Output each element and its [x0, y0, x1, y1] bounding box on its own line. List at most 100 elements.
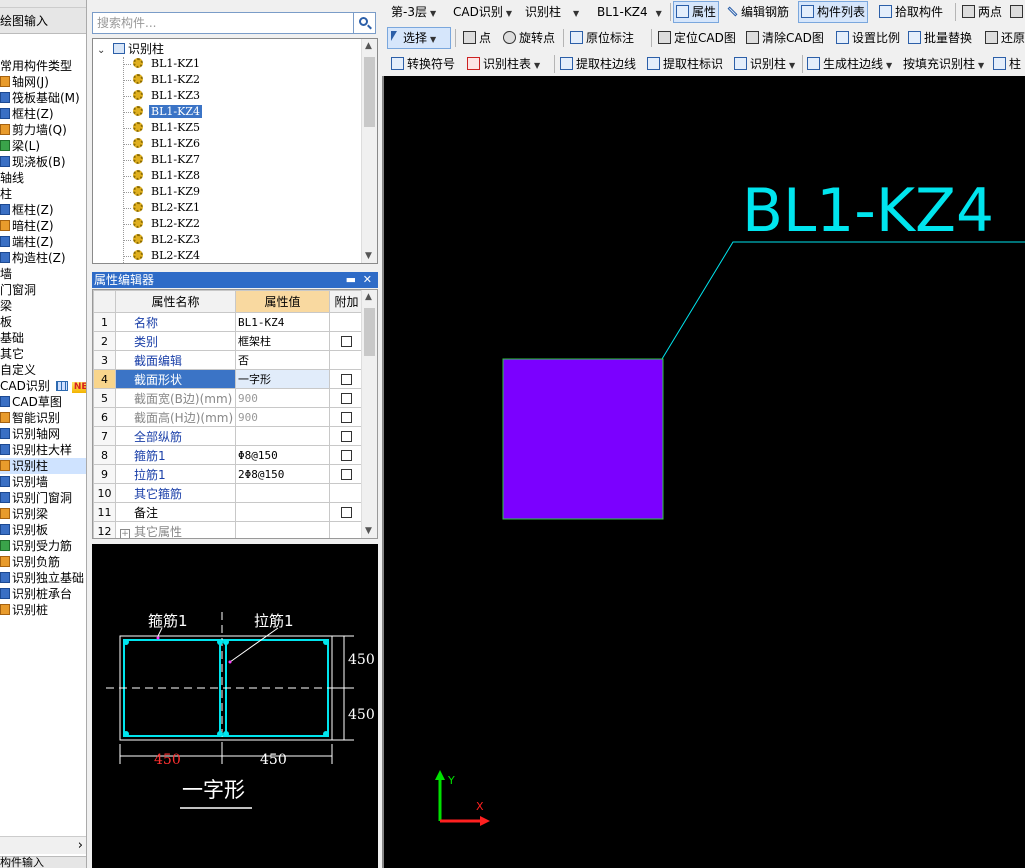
nav-item[interactable]: 门窗洞	[0, 282, 86, 298]
scroll-up-icon[interactable]: ▲	[365, 41, 372, 51]
property-checkbox[interactable]	[341, 469, 352, 480]
tree-item[interactable]: BL1-KZ1	[123, 56, 202, 72]
pin-icon[interactable]: ▬	[346, 272, 356, 288]
property-value[interactable]: 2Φ8@150	[235, 464, 330, 484]
nav-item[interactable]: 剪力墙(Q)	[0, 122, 86, 138]
set-scale-button[interactable]: 设置比例	[834, 27, 902, 49]
property-value[interactable]: 900	[235, 407, 330, 427]
tree-item[interactable]: BL2-KZ2	[123, 216, 202, 232]
property-value[interactable]: BL1-KZ4	[235, 312, 330, 332]
clear-cad-button[interactable]: 清除CAD图	[744, 27, 826, 49]
nav-item[interactable]: 柱	[0, 186, 86, 202]
nav-item[interactable]: CAD识别 NEW	[0, 378, 86, 394]
property-row[interactable]: 6 截面高(H边)(mm) 900	[93, 407, 364, 427]
component-type-select[interactable]: 识别柱 ▼	[523, 1, 591, 23]
nav-item[interactable]: 其它	[0, 346, 86, 362]
restore-button[interactable]: 还原	[983, 27, 1025, 49]
extract-column-label-button[interactable]: 提取柱标识	[645, 53, 725, 75]
property-checkbox[interactable]	[341, 336, 352, 347]
tree-scroll-thumb[interactable]	[364, 57, 375, 127]
component-list-button[interactable]: 构件列表	[798, 1, 869, 23]
left-nav-horizontal-scrollbar[interactable]: ›	[0, 836, 86, 854]
tree-item[interactable]: BL1-KZ7	[123, 152, 202, 168]
property-checkbox[interactable]	[341, 393, 352, 404]
property-row[interactable]: 5 截面宽(B边)(mm) 900	[93, 388, 364, 408]
property-value[interactable]	[235, 521, 330, 538]
nav-item[interactable]: 梁(L)	[0, 138, 86, 154]
in-place-annotation-button[interactable]: 原位标注	[568, 27, 636, 49]
tree-item[interactable]: BL1-KZ2	[123, 72, 202, 88]
nav-item[interactable]: 板	[0, 314, 86, 330]
tree-item[interactable]: BL2-KZ1	[123, 200, 202, 216]
nav-item[interactable]: 轴线	[0, 170, 86, 186]
generate-column-edge-button[interactable]: 生成柱边线 ▼	[805, 53, 894, 75]
property-checkbox[interactable]	[341, 450, 352, 461]
property-value[interactable]: Φ8@150	[235, 445, 330, 465]
scroll-up-icon[interactable]: ▲	[365, 292, 372, 302]
tree-item[interactable]: BL2-KZ3	[123, 232, 202, 248]
property-vertical-scrollbar[interactable]: ▲ ▼	[361, 290, 377, 538]
nav-item[interactable]: 暗柱(Z)	[0, 218, 86, 234]
select-button[interactable]: 选择 ▼	[387, 27, 451, 49]
tree-vertical-scrollbar[interactable]: ▲ ▼	[361, 39, 377, 263]
nav-item[interactable]: 端柱(Z)	[0, 234, 86, 250]
property-row[interactable]: 7 全部纵筋	[93, 426, 364, 446]
nav-item[interactable]: 识别柱大样	[0, 442, 86, 458]
nav-item[interactable]: 墙	[0, 266, 86, 282]
left-nav-header[interactable]: 绘图输入	[0, 8, 86, 34]
property-value[interactable]: 否	[235, 350, 330, 370]
nav-item[interactable]: 识别负筋	[0, 554, 86, 570]
property-row[interactable]: 8 箍筋1 Φ8@150	[93, 445, 364, 465]
property-checkbox[interactable]	[341, 412, 352, 423]
nav-item[interactable]: 梁	[0, 298, 86, 314]
tree-item[interactable]: BL2-KZ4	[123, 248, 202, 263]
tree-root-node[interactable]: ⌄ 识别柱	[97, 41, 164, 57]
expand-icon[interactable]: +	[120, 528, 130, 538]
batch-replace-button[interactable]: 批量替换	[906, 27, 974, 49]
collapse-icon[interactable]: ⌄	[97, 43, 107, 59]
mode-select[interactable]: CAD识别 ▼	[451, 1, 521, 23]
point-button[interactable]: 点	[461, 27, 493, 49]
scroll-down-icon[interactable]: ▼	[365, 526, 372, 536]
property-value[interactable]	[235, 502, 330, 522]
tree-item[interactable]: BL1-KZ3	[123, 88, 202, 104]
component-search-input[interactable]: 搜索构件...	[92, 12, 354, 34]
nav-item[interactable]: 轴网(J)	[0, 74, 86, 90]
recognize-column-table-button[interactable]: 识别柱表 ▼	[465, 53, 542, 75]
nav-item[interactable]: 常用构件类型	[0, 58, 86, 74]
parallel-button[interactable]: 并	[1008, 1, 1025, 23]
nav-item[interactable]: 识别梁	[0, 506, 86, 522]
nav-item[interactable]: CAD草图	[0, 394, 86, 410]
edit-rebar-button[interactable]: 编辑钢筋	[725, 1, 791, 23]
pick-component-button[interactable]: 拾取构件	[877, 1, 945, 23]
left-nav-bottom-tab[interactable]: 构件输入	[0, 856, 86, 868]
locate-cad-button[interactable]: 定位CAD图	[656, 27, 738, 49]
extract-column-edge-button[interactable]: 提取柱边线	[558, 53, 638, 75]
nav-item[interactable]: 自定义	[0, 362, 86, 378]
property-row[interactable]: 3 截面编辑 否	[93, 350, 364, 370]
nav-item[interactable]: 识别桩	[0, 602, 86, 618]
nav-item[interactable]: 基础	[0, 330, 86, 346]
property-value[interactable]: 一字形	[235, 369, 330, 389]
nav-item[interactable]: 识别板	[0, 522, 86, 538]
column-kz4[interactable]	[502, 358, 664, 520]
property-row[interactable]: 1 名称 BL1-KZ4	[93, 312, 364, 332]
property-checkbox[interactable]	[341, 374, 352, 385]
column-header-value[interactable]: 属性值	[235, 290, 330, 313]
nav-item[interactable]: 构造柱(Z)	[0, 250, 86, 266]
nav-item[interactable]: 识别受力筋	[0, 538, 86, 554]
tree-item[interactable]: BL1-KZ8	[123, 168, 202, 184]
property-checkbox[interactable]	[341, 507, 352, 518]
column-button[interactable]: 柱	[991, 53, 1023, 75]
property-row[interactable]: 12 + 其它属性	[93, 521, 364, 538]
nav-item[interactable]: 框柱(Z)	[0, 106, 86, 122]
scroll-down-icon[interactable]: ▼	[365, 251, 372, 261]
two-points-button[interactable]: 两点	[960, 1, 1004, 23]
nav-item[interactable]: 识别桩承台	[0, 586, 86, 602]
tree-item[interactable]: BL1-KZ6	[123, 136, 202, 152]
close-icon[interactable]: ✕	[363, 272, 372, 288]
tree-item[interactable]: BL1-KZ4	[123, 104, 202, 120]
convert-symbol-button[interactable]: 转换符号	[389, 53, 457, 75]
scroll-right-arrow-icon[interactable]: ›	[78, 838, 83, 853]
column-header-extra[interactable]: 附加	[329, 290, 364, 313]
